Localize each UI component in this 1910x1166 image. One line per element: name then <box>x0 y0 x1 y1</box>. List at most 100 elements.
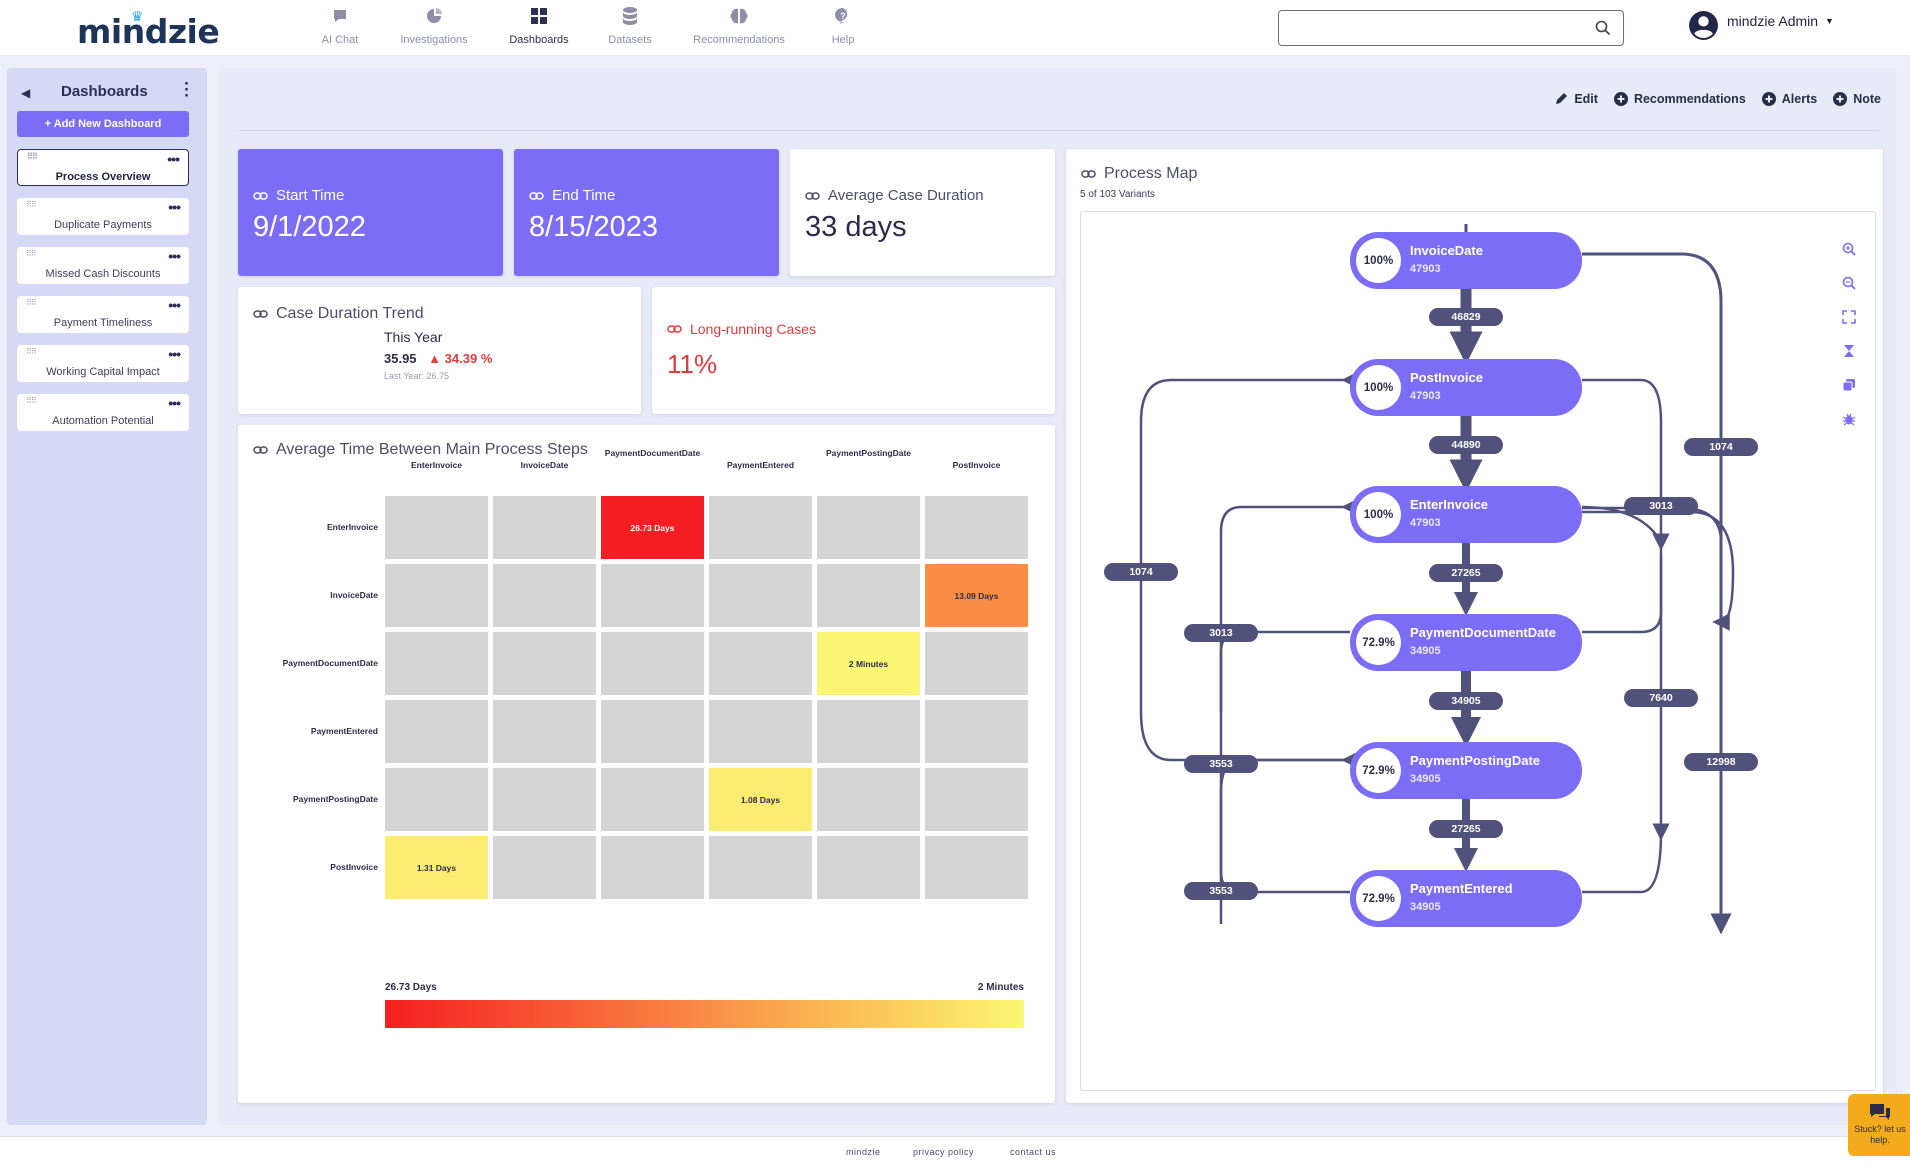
nav-datasets[interactable]: Datasets <box>585 4 675 46</box>
heatmap-cell[interactable]: 1.31 Days <box>385 836 488 899</box>
edge-label[interactable]: 3013 <box>1184 624 1258 642</box>
heatmap-cell[interactable] <box>493 632 596 695</box>
item-menu-icon[interactable]: ••• <box>168 395 181 411</box>
note-button[interactable]: Note <box>1833 92 1881 106</box>
heatmap-cell[interactable] <box>601 836 704 899</box>
heatmap-cell[interactable] <box>709 700 812 763</box>
drag-handle-icon[interactable]: ⠿⠿ <box>26 201 37 209</box>
contact-us-link[interactable]: contact us <box>1010 1147 1056 1157</box>
drag-handle-icon[interactable]: ⠿⠿ <box>26 299 37 307</box>
edge-label[interactable]: 3553 <box>1184 882 1258 900</box>
process-node-paymententered[interactable]: 72.9% PaymentEntered 34905 <box>1350 870 1582 927</box>
edge-label[interactable]: 1074 <box>1104 563 1178 581</box>
heatmap-cell[interactable] <box>385 496 488 559</box>
dashboard-item-automation-potential[interactable]: ⠿⠿ ••• Automation Potential <box>17 394 189 431</box>
heatmap-cell[interactable] <box>817 700 920 763</box>
heatmap-cell[interactable] <box>925 836 1028 899</box>
app-logo[interactable]: mindzie <box>77 12 220 51</box>
dashboard-item-working-capital-impact[interactable]: ⠿⠿ ••• Working Capital Impact <box>17 345 189 382</box>
end-time-card[interactable]: End Time 8/15/2023 <box>514 149 779 276</box>
drag-handle-icon[interactable]: ⠿⠿ <box>26 397 37 405</box>
heatmap-cell[interactable] <box>817 564 920 627</box>
alerts-button[interactable]: Alerts <box>1761 92 1817 106</box>
process-node-postinvoice[interactable]: 100% PostInvoice 47903 <box>1350 359 1582 416</box>
heatmap-cell[interactable] <box>709 632 812 695</box>
heatmap-cell[interactable] <box>709 564 812 627</box>
edge-label[interactable]: 3553 <box>1184 755 1258 773</box>
long-running-cases-card[interactable]: Long-running Cases 11% <box>652 287 1055 414</box>
heatmap-cell[interactable]: 1.08 Days <box>709 768 812 831</box>
edge-label[interactable]: 12998 <box>1684 753 1758 771</box>
heatmap-cell[interactable] <box>385 564 488 627</box>
process-node-enterinvoice[interactable]: 100% EnterInvoice 47903 <box>1350 486 1582 543</box>
start-time-card[interactable]: Start Time 9/1/2022 <box>238 149 503 276</box>
dashboard-item-process-overview[interactable]: ⠿⠿ ••• Process Overview <box>17 149 189 186</box>
heatmap-cell[interactable] <box>493 700 596 763</box>
heatmap-cell[interactable] <box>925 768 1028 831</box>
heatmap-cell[interactable] <box>601 632 704 695</box>
edge-label[interactable]: 34905 <box>1429 692 1503 710</box>
bug-icon[interactable] <box>1839 402 1859 436</box>
nav-investigations[interactable]: Investigations <box>375 4 493 46</box>
drag-handle-icon[interactable]: ⠿⠿ <box>27 153 38 161</box>
drag-handle-icon[interactable]: ⠿⠿ <box>26 250 37 258</box>
copy-icon[interactable] <box>1839 368 1859 402</box>
collapse-sidebar-icon[interactable]: ◀ <box>21 86 30 100</box>
heatmap-cell[interactable] <box>601 700 704 763</box>
edge-label[interactable]: 46829 <box>1429 308 1503 326</box>
item-menu-icon[interactable]: ••• <box>167 151 180 167</box>
drag-handle-icon[interactable]: ⠿⠿ <box>26 348 37 356</box>
item-menu-icon[interactable]: ••• <box>168 297 181 313</box>
search-icon[interactable] <box>1595 20 1611 36</box>
nav-recommendations[interactable]: Recommendations <box>675 4 803 46</box>
edge-label[interactable]: 44890 <box>1429 436 1503 454</box>
heatmap-cell[interactable] <box>601 768 704 831</box>
fit-screen-icon[interactable] <box>1839 300 1859 334</box>
heatmap-cell[interactable] <box>925 700 1028 763</box>
heatmap-cell[interactable]: 2 Minutes <box>817 632 920 695</box>
recommendations-button[interactable]: Recommendations <box>1613 92 1746 106</box>
zoom-in-icon[interactable] <box>1839 232 1859 266</box>
privacy-policy-link[interactable]: privacy policy <box>913 1147 974 1157</box>
dashboard-item-duplicate-payments[interactable]: ⠿⠿ ••• Duplicate Payments <box>17 198 189 235</box>
heatmap-cell[interactable]: 26.73 Days <box>601 496 704 559</box>
edge-label[interactable]: 3013 <box>1624 497 1698 515</box>
heatmap-cell[interactable] <box>709 496 812 559</box>
heatmap-cell[interactable] <box>493 836 596 899</box>
dashboard-item-missed-cash-discounts[interactable]: ⠿⠿ ••• Missed Cash Discounts <box>17 247 189 284</box>
heatmap-cell[interactable] <box>601 564 704 627</box>
user-menu[interactable]: mindzie Admin ▼ <box>1688 10 1834 41</box>
dashboard-item-payment-timeliness[interactable]: ⠿⠿ ••• Payment Timeliness <box>17 296 189 333</box>
item-menu-icon[interactable]: ••• <box>168 248 181 264</box>
item-menu-icon[interactable]: ••• <box>168 199 181 215</box>
heatmap-cell[interactable] <box>925 496 1028 559</box>
heatmap-cell[interactable] <box>385 768 488 831</box>
zoom-out-icon[interactable] <box>1839 266 1859 300</box>
footer-brand-link[interactable]: mindzie <box>846 1147 881 1157</box>
item-menu-icon[interactable]: ••• <box>168 346 181 362</box>
sidebar-menu-icon[interactable]: · · · <box>183 75 191 104</box>
heatmap-cell[interactable] <box>817 496 920 559</box>
average-case-duration-card[interactable]: Average Case Duration 33 days <box>790 149 1055 276</box>
heatmap-cell[interactable] <box>385 700 488 763</box>
heatmap-cell[interactable] <box>925 632 1028 695</box>
nav-ai-chat[interactable]: AI Chat <box>305 4 375 46</box>
heatmap-cell[interactable] <box>709 836 812 899</box>
process-node-paymentpostingdate[interactable]: 72.9% PaymentPostingDate 34905 <box>1350 742 1582 799</box>
heatmap-cell[interactable] <box>493 496 596 559</box>
heatmap-cell[interactable] <box>817 836 920 899</box>
heatmap-cell[interactable] <box>493 564 596 627</box>
heatmap-cell[interactable] <box>385 632 488 695</box>
process-map-canvas[interactable]: 100% InvoiceDate 47903 100% PostInvoice … <box>1080 211 1876 1091</box>
edge-label[interactable]: 27265 <box>1429 820 1503 838</box>
hourglass-icon[interactable] <box>1839 334 1859 368</box>
edge-label[interactable]: 7640 <box>1624 689 1698 707</box>
edge-label[interactable]: 27265 <box>1429 564 1503 582</box>
edge-label[interactable]: 1074 <box>1684 438 1758 456</box>
help-chat-widget[interactable]: Stuck? let us help. <box>1848 1094 1910 1156</box>
edit-button[interactable]: Edit <box>1554 92 1598 106</box>
nav-dashboards[interactable]: Dashboards <box>493 4 585 46</box>
heatmap-cell[interactable] <box>817 768 920 831</box>
process-node-paymentdocumentdate[interactable]: 72.9% PaymentDocumentDate 34905 <box>1350 614 1582 671</box>
add-dashboard-button[interactable]: + Add New Dashboard <box>17 111 189 137</box>
